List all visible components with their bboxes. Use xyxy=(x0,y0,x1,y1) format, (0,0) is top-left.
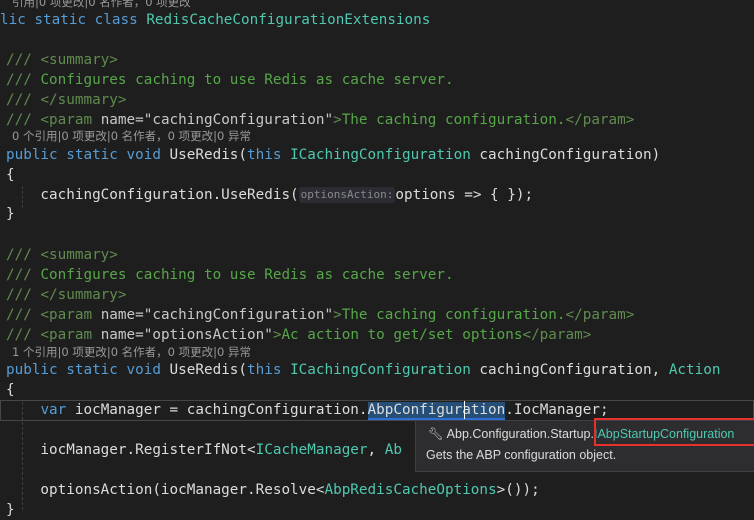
code-token: options => { }); xyxy=(395,187,534,203)
code-token: Action xyxy=(668,362,721,378)
code-token: /// <summary> xyxy=(6,247,118,263)
code-token: UseRedis( xyxy=(169,362,248,378)
code-token: /// <param xyxy=(6,327,101,343)
code-token: /// </summary> xyxy=(6,287,127,303)
code-token: Configures caching to use Redis as cache… xyxy=(40,72,454,88)
parameter-hint: optionsAction: xyxy=(298,187,396,203)
code-token: cachingConfiguration) xyxy=(470,147,661,163)
code-line: /// <param name="cachingConfiguration">T… xyxy=(6,305,634,325)
code-token: Ac action to get/set options xyxy=(281,327,523,343)
code-line: /// </summary> xyxy=(6,285,127,305)
code-token: public static void xyxy=(6,362,170,378)
code-token: /// <param xyxy=(6,307,101,323)
highlight-annotation-box xyxy=(594,418,754,446)
code-line: } xyxy=(6,500,15,520)
code-token: </param> xyxy=(565,307,635,323)
code-token: The caching configuration. xyxy=(341,112,566,128)
code-token: this xyxy=(247,362,291,378)
code-token: /// <summary> xyxy=(6,52,118,68)
code-line: iocManager.RegisterIfNot<ICacheManager, … xyxy=(6,440,402,460)
code-line: { xyxy=(6,380,15,400)
code-line: /// <param name="cachingConfiguration">T… xyxy=(6,110,634,130)
code-token: /// xyxy=(6,267,41,283)
code-token: UseRedis( xyxy=(169,147,248,163)
code-line: } xyxy=(6,204,15,224)
code-token: The caching configuration. xyxy=(341,307,566,323)
code-token: 1 个引用|0 项更改|0 名作者，0 项更改|0 异常 xyxy=(12,345,251,359)
code-line: public static void UseRedis(this ICachin… xyxy=(6,145,660,165)
code-line: /// Configures caching to use Redis as c… xyxy=(6,265,454,285)
code-token: > xyxy=(333,112,342,128)
code-token: ICachingConfiguration xyxy=(290,147,471,163)
tooltip-description: Gets the ABP configuration object. xyxy=(426,448,617,462)
code-token: { xyxy=(6,167,15,183)
code-line: /// </summary> xyxy=(6,90,127,110)
code-token: /// <param xyxy=(6,112,101,128)
code-token: name="cachingConfiguration" xyxy=(100,307,334,323)
code-token: > xyxy=(333,307,342,323)
code-token: /// xyxy=(6,72,41,88)
code-token: cachingConfiguration, xyxy=(470,362,669,378)
code-line: /// <summary> xyxy=(6,50,118,70)
code-token: ICachingConfiguration xyxy=(290,362,471,378)
code-token: iocManager.RegisterIfNot< xyxy=(6,442,256,458)
code-token: 0 个引用|0 项更改|0 名作者，0 项更改|0 异常 xyxy=(12,129,251,143)
text-caret xyxy=(464,401,465,419)
code-token: ICacheManager xyxy=(255,442,368,458)
code-token: name="optionsAction" xyxy=(100,327,273,343)
code-token: </param> xyxy=(565,112,635,128)
tooltip-namespace: Abp.Configuration.Startup. xyxy=(446,427,594,441)
code-token: } xyxy=(6,206,15,222)
code-token: </param> xyxy=(522,327,592,343)
code-token: } xyxy=(6,502,15,518)
code-token: optionsAction(iocManager.Resolve< xyxy=(6,482,325,498)
code-line: optionsAction(iocManager.Resolve<AbpRedi… xyxy=(6,480,540,500)
code-token: this xyxy=(247,147,291,163)
code-token: , xyxy=(367,442,385,458)
code-line: /// <param name="optionsAction">Ac actio… xyxy=(6,325,591,345)
code-token: name="cachingConfiguration" xyxy=(100,112,334,128)
code-token: 引用|0 项更改|0 名作者，0 项更改 xyxy=(12,0,191,9)
code-line: { xyxy=(6,165,15,185)
code-token: public static void xyxy=(6,147,170,163)
indent-guide xyxy=(22,186,23,208)
code-line: /// <summary> xyxy=(6,245,118,265)
code-token: Ab xyxy=(384,442,402,458)
code-line: cachingConfiguration.UseRedis(optionsAct… xyxy=(6,185,533,205)
code-token: { xyxy=(6,382,15,398)
code-line: /// Configures caching to use Redis as c… xyxy=(6,70,454,90)
wrench-icon: 🔧︎ xyxy=(428,427,444,441)
code-token: cachingConfiguration.UseRedis( xyxy=(6,187,299,203)
code-line: public static void UseRedis(this ICachin… xyxy=(6,360,720,380)
indent-guide xyxy=(22,402,23,510)
code-token: AbpRedisCacheOptions xyxy=(324,482,497,498)
code-token: RedisCacheConfigurationExtensions xyxy=(146,12,431,28)
code-token: Configures caching to use Redis as cache… xyxy=(40,267,454,283)
code-token: lic static class xyxy=(0,12,147,28)
code-token: /// </summary> xyxy=(6,92,127,108)
code-line: lic static class RedisCacheConfiguration… xyxy=(0,10,430,30)
code-token: >()); xyxy=(496,482,540,498)
